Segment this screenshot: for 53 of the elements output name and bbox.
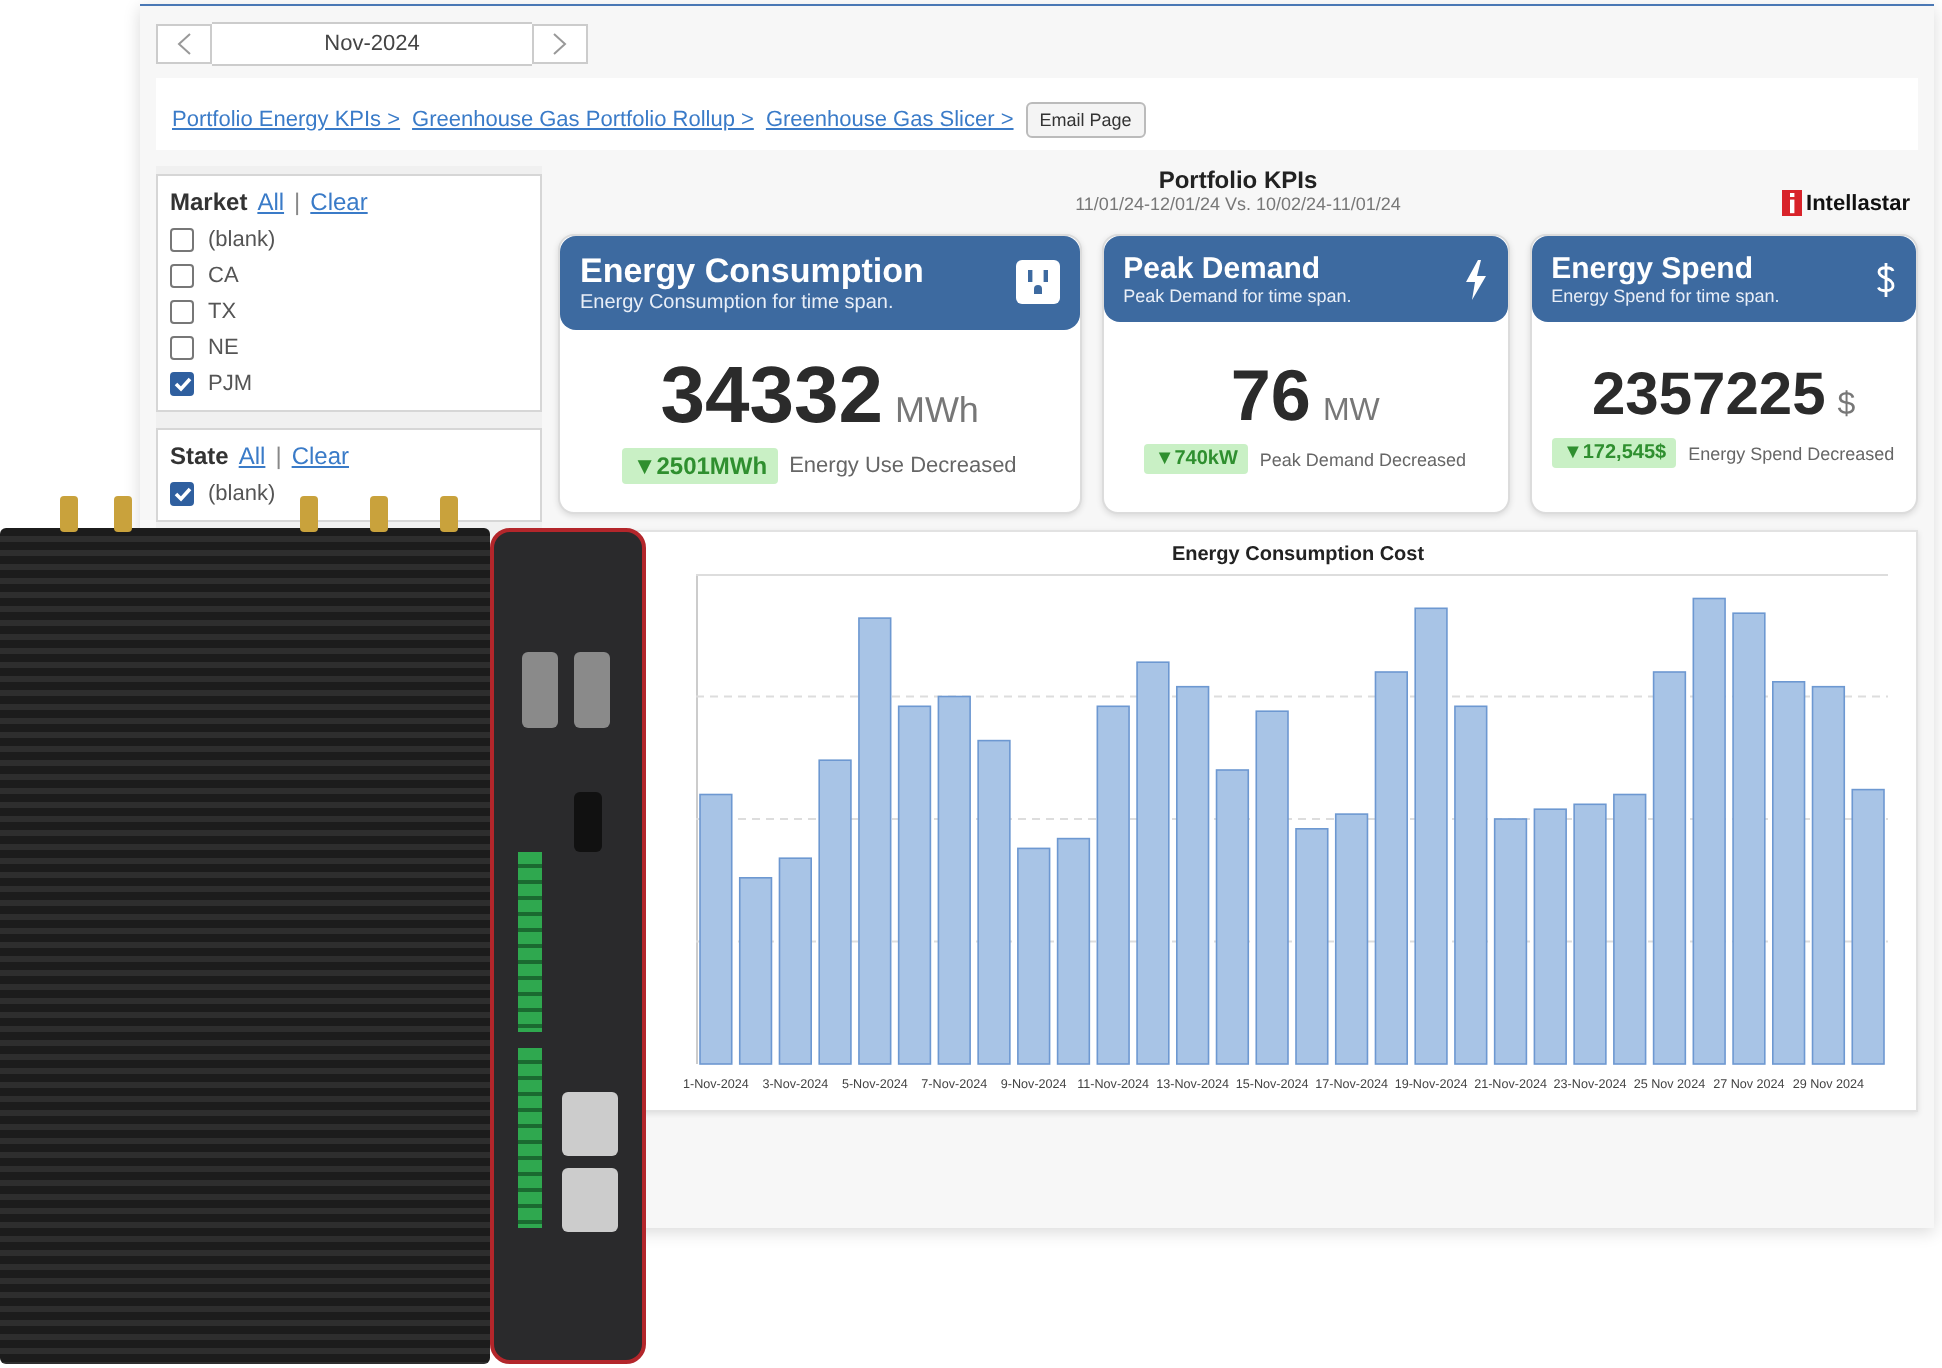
kpi-value: 76 xyxy=(1230,360,1311,433)
change-badge: ▼740kW xyxy=(1144,444,1248,475)
checkbox[interactable] xyxy=(170,300,194,324)
chevron-left-icon xyxy=(176,32,192,56)
logo-icon xyxy=(1782,190,1803,216)
checkbox-label: PJM xyxy=(208,372,252,396)
filter-title: Market xyxy=(170,188,248,216)
card-subtitle: Energy Consumption for time span. xyxy=(580,291,896,314)
clear-link[interactable]: Clear xyxy=(310,188,368,216)
card-title: Peak Demand xyxy=(1123,252,1323,287)
checkbox-label: NE xyxy=(208,336,239,360)
card-title: Energy Spend xyxy=(1551,252,1755,287)
checkbox[interactable] xyxy=(170,336,194,360)
outlet-icon xyxy=(1015,260,1060,305)
link-separator: | xyxy=(275,442,282,470)
change-badge: ▼2501MWh xyxy=(622,448,778,485)
change-badge: ▼172,545$ xyxy=(1552,438,1677,469)
breadcrumb-link[interactable]: Portfolio Energy KPIs > xyxy=(172,108,401,132)
kpi-unit: MWh xyxy=(894,390,979,433)
kpi-unit: MW xyxy=(1322,394,1380,431)
card-title: Energy Consumption xyxy=(580,252,924,292)
breadcrumb-link[interactable]: Greenhouse Gas Portfolio Rollup > xyxy=(412,108,754,132)
link-separator: | xyxy=(294,188,301,216)
card-subtitle: Peak Demand for time span. xyxy=(1123,286,1352,307)
clear-link[interactable]: Clear xyxy=(291,442,349,470)
card-subtitle: Energy Spend for time span. xyxy=(1551,286,1780,307)
checkbox[interactable] xyxy=(170,482,194,506)
dollar-sign-icon xyxy=(1876,261,1896,298)
checkbox[interactable] xyxy=(170,264,194,288)
breadcrumb-link[interactable]: Greenhouse Gas Slicer > xyxy=(765,108,1014,132)
lightning-bolt-icon xyxy=(1463,259,1488,300)
checkbox[interactable] xyxy=(170,372,194,396)
email-page-button[interactable]: Email Page xyxy=(1025,102,1146,138)
date-range: 11/01/24-12/01/24 Vs. 10/02/24-11/01/24 xyxy=(1075,194,1401,214)
select-all-link[interactable]: All xyxy=(257,188,285,216)
filter-title: State xyxy=(170,442,229,470)
select-all-link[interactable]: All xyxy=(238,442,266,470)
checkbox-label: CA xyxy=(208,264,239,288)
change-label: Energy Use Decreased xyxy=(789,454,1017,479)
logo-text: Intellastar xyxy=(1806,191,1910,215)
kpi-value: 34332 xyxy=(660,356,883,437)
kpi-value: 2357225 xyxy=(1591,366,1826,427)
period-label: Nov-2024 xyxy=(212,22,532,66)
chevron-right-icon xyxy=(552,32,568,56)
checkbox-label: (blank) xyxy=(208,228,276,252)
checkbox-label: (blank) xyxy=(208,482,276,506)
kpi-unit: $ xyxy=(1837,388,1856,425)
checkbox-label: TX xyxy=(208,300,237,324)
change-label: Peak Demand Decreased xyxy=(1259,449,1466,470)
chart-title: Energy Consumption Cost xyxy=(1169,544,1427,566)
checkbox[interactable] xyxy=(170,228,194,252)
change-label: Energy Spend Decreased xyxy=(1688,443,1895,464)
page-title: Portfolio KPIs xyxy=(1156,166,1320,194)
